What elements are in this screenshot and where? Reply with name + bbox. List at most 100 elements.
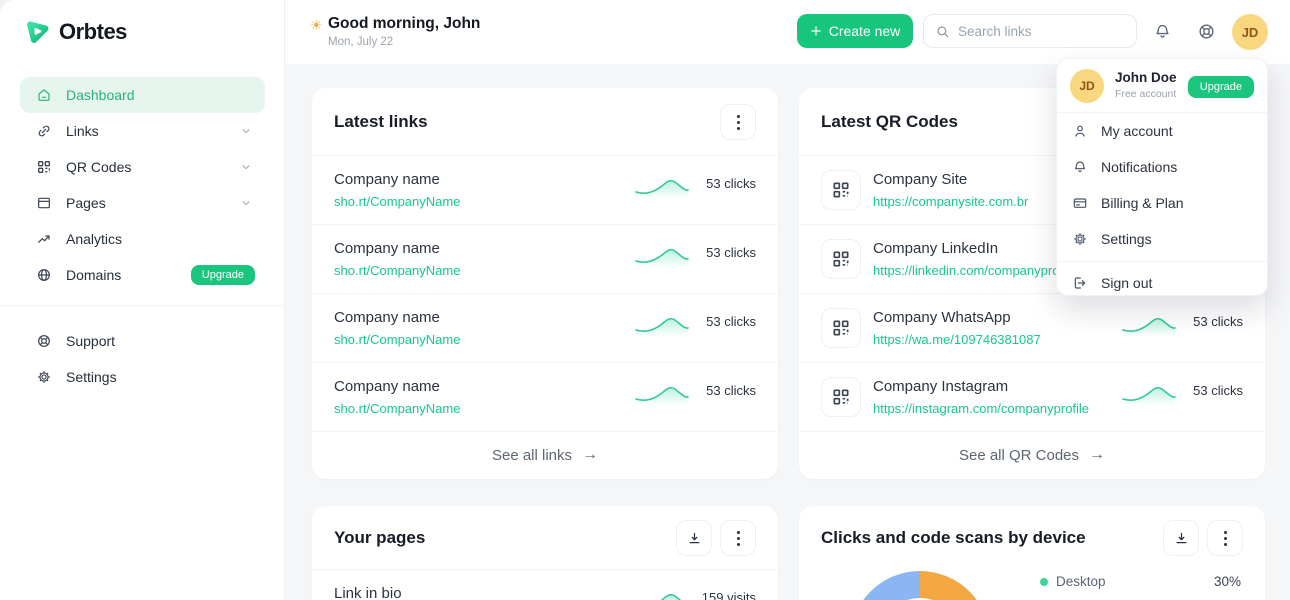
link-title: Company name xyxy=(334,378,440,395)
download-button[interactable] xyxy=(676,520,712,556)
sparkline-chart xyxy=(634,241,690,268)
page-row[interactable]: Link in bio 159 visits xyxy=(312,570,778,600)
home-icon xyxy=(36,87,52,103)
visits-count: 159 visits xyxy=(702,590,756,600)
sidebar-footer-nav: Support Settings xyxy=(20,323,265,395)
chevron-down-icon[interactable] xyxy=(241,126,251,136)
devices-chart-card: Clicks and code scans by device Desktop … xyxy=(799,506,1265,600)
brand-name: Orbtes xyxy=(59,19,127,45)
chevron-down-icon[interactable] xyxy=(241,162,251,172)
qr-row[interactable]: Company WhatsApp https://wa.me/109746381… xyxy=(799,294,1265,363)
sidebar-item-label: Links xyxy=(66,123,99,139)
menu-item-billing[interactable]: Billing & Plan xyxy=(1057,185,1267,221)
support-icon[interactable] xyxy=(1197,22,1217,42)
qr-url[interactable]: https://companysite.com.br xyxy=(873,194,1028,209)
sidebar-item-pages[interactable]: Pages xyxy=(20,185,265,221)
card-header: Clicks and code scans by device xyxy=(799,506,1265,570)
clicks-count: 53 clicks xyxy=(706,314,756,329)
qr-code-icon xyxy=(821,308,861,348)
qr-url[interactable]: https://instagram.com/companyprofile xyxy=(873,401,1089,416)
qr-url[interactable]: https://wa.me/109746381087 xyxy=(873,332,1041,347)
qr-title: Company Instagram xyxy=(873,378,1008,395)
link-url[interactable]: sho.rt/CompanyName xyxy=(334,332,460,347)
analytics-icon xyxy=(36,231,52,247)
sidebar-item-support[interactable]: Support xyxy=(20,323,265,359)
link-title: Company name xyxy=(334,240,440,257)
link-url[interactable]: sho.rt/CompanyName xyxy=(334,401,460,416)
legend-value: 30% xyxy=(1214,574,1241,589)
qr-row[interactable]: Company Instagram https://instagram.com/… xyxy=(799,363,1265,432)
card-title: Your pages xyxy=(334,528,425,548)
plus-icon xyxy=(810,25,822,37)
bell-icon[interactable] xyxy=(1153,22,1173,42)
link-row[interactable]: Company name sho.rt/CompanyName 53 click… xyxy=(312,156,778,225)
link-row[interactable]: Company name sho.rt/CompanyName 53 click… xyxy=(312,294,778,363)
sidebar-item-label: Domains xyxy=(66,267,121,283)
card-header: Latest links xyxy=(312,88,778,156)
qr-code-icon xyxy=(821,239,861,279)
download-icon xyxy=(1174,531,1189,546)
sidebar-item-dashboard[interactable]: Dashboard xyxy=(20,77,265,113)
card-header: Your pages xyxy=(312,506,778,570)
link-title: Company name xyxy=(334,171,440,188)
support-icon xyxy=(36,333,52,349)
see-all-links-link[interactable]: See all links → xyxy=(312,432,778,478)
qr-url[interactable]: https://linkedin.com/companyprofile xyxy=(873,263,1076,278)
top-header: ☀ Good morning, John Mon, July 22 Create… xyxy=(285,0,1290,64)
credit-card-icon xyxy=(1072,195,1088,211)
create-new-button[interactable]: Create new xyxy=(797,14,913,48)
menu-item-label: Notifications xyxy=(1101,159,1177,175)
menu-item-notifications[interactable]: Notifications xyxy=(1057,149,1267,185)
link-icon xyxy=(36,123,52,139)
sidebar-item-links[interactable]: Links xyxy=(20,113,265,149)
arrow-right-icon: → xyxy=(1089,446,1105,464)
avatar[interactable]: JD xyxy=(1232,14,1268,50)
link-url[interactable]: sho.rt/CompanyName xyxy=(334,194,460,209)
arrow-right-icon: → xyxy=(582,446,598,464)
see-all-label: See all links xyxy=(492,447,572,464)
your-pages-card: Your pages Link in bio 159 visits xyxy=(312,506,778,600)
sidebar-item-qr-codes[interactable]: QR Codes xyxy=(20,149,265,185)
device-donut-chart xyxy=(850,571,990,600)
sparkline-chart xyxy=(1121,310,1177,337)
menu-item-settings[interactable]: Settings xyxy=(1057,221,1267,257)
search-input[interactable] xyxy=(958,24,1108,39)
person-icon xyxy=(1072,123,1088,139)
search-icon xyxy=(935,24,950,39)
sidebar-item-label: Analytics xyxy=(66,231,122,247)
bell-icon xyxy=(1072,159,1088,175)
sidebar-divider xyxy=(0,305,285,306)
sidebar-item-label: QR Codes xyxy=(66,159,131,175)
greeting-date: Mon, July 22 xyxy=(328,36,480,48)
see-all-qr-codes-link[interactable]: See all QR Codes → xyxy=(799,432,1265,478)
link-url[interactable]: sho.rt/CompanyName xyxy=(334,263,460,278)
sidebar-item-label: Dashboard xyxy=(66,87,135,103)
menu-item-label: Sign out xyxy=(1101,275,1152,291)
qr-title: Company LinkedIn xyxy=(873,240,998,257)
search-box xyxy=(923,14,1137,48)
menu-item-sign-out[interactable]: Sign out xyxy=(1057,265,1267,301)
upgrade-badge[interactable]: Upgrade xyxy=(191,265,255,285)
sidebar-item-domains[interactable]: Domains Upgrade xyxy=(20,257,265,293)
link-row[interactable]: Company name sho.rt/CompanyName 53 click… xyxy=(312,225,778,294)
clicks-count: 53 clicks xyxy=(706,245,756,260)
upgrade-button[interactable]: Upgrade xyxy=(1188,76,1254,98)
sidebar-item-analytics[interactable]: Analytics xyxy=(20,221,265,257)
more-options-button[interactable] xyxy=(1207,520,1243,556)
qr-code-icon xyxy=(821,170,861,210)
chevron-down-icon[interactable] xyxy=(241,198,251,208)
brand-logo[interactable]: Orbtes xyxy=(24,18,127,45)
menu-item-my-account[interactable]: My account xyxy=(1057,113,1267,149)
kebab-icon xyxy=(737,531,740,546)
link-row[interactable]: Company name sho.rt/CompanyName 53 click… xyxy=(312,363,778,432)
clicks-count: 53 clicks xyxy=(1193,383,1243,398)
sidebar-item-settings[interactable]: Settings xyxy=(20,359,265,395)
more-options-button[interactable] xyxy=(720,520,756,556)
see-all-label: See all QR Codes xyxy=(959,447,1079,464)
download-button[interactable] xyxy=(1163,520,1199,556)
user-name: John Doe xyxy=(1115,70,1177,85)
page-title: Link in bio xyxy=(334,585,402,600)
kebab-icon xyxy=(1224,531,1227,546)
sparkline-chart xyxy=(634,586,690,600)
more-options-button[interactable] xyxy=(720,104,756,140)
